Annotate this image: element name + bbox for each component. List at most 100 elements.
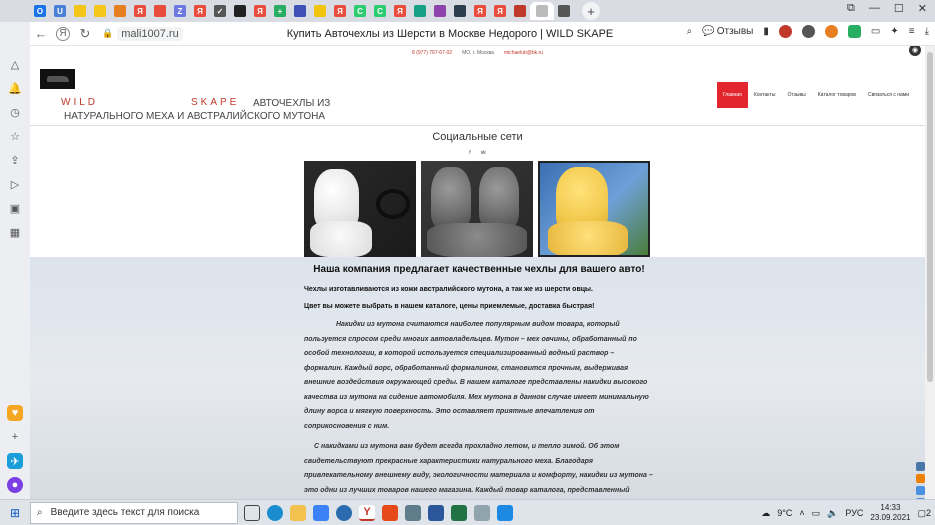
explorer-icon[interactable]: [290, 504, 306, 521]
active-browser-tab[interactable]: [530, 2, 554, 20]
scrollbar-thumb[interactable]: [927, 52, 933, 382]
browser-tab[interactable]: Я: [130, 2, 150, 20]
extension-icon[interactable]: [801, 25, 815, 38]
browser-tab[interactable]: ✓: [210, 2, 230, 20]
tabs-menu-icon[interactable]: ⧉: [847, 2, 855, 15]
screenshot-icon[interactable]: ▣: [7, 200, 23, 216]
photos-icon[interactable]: [405, 504, 421, 521]
ok-widget-icon[interactable]: [916, 474, 925, 483]
browser-tab[interactable]: Я: [330, 2, 350, 20]
browser-tab[interactable]: Я: [250, 2, 270, 20]
page-scrollbar[interactable]: [925, 46, 935, 499]
store-icon[interactable]: [313, 504, 329, 521]
menu-item-contact-us[interactable]: Связаться с нами: [862, 82, 915, 108]
heart-app-icon[interactable]: ♥: [7, 405, 23, 421]
close-icon[interactable]: ✕: [918, 2, 927, 15]
browser-tab[interactable]: C: [370, 2, 390, 20]
weather-icon[interactable]: ☁: [761, 508, 770, 519]
browser-tab[interactable]: Я: [470, 2, 490, 20]
weather-text[interactable]: 9°C: [777, 508, 792, 518]
browser-tab[interactable]: [410, 2, 430, 20]
apps-icon[interactable]: △: [7, 56, 23, 72]
browser-tab[interactable]: Я: [490, 2, 510, 20]
taskbar-search-input[interactable]: ⌕ Введите здесь текст для поиска: [30, 501, 238, 524]
share-icon[interactable]: ⇪: [7, 152, 23, 168]
menu-item-catalog[interactable]: Каталог товаров: [812, 82, 862, 108]
browser-tab[interactable]: Z: [170, 2, 190, 20]
app-icon[interactable]: [336, 504, 352, 521]
new-tab-button[interactable]: +: [582, 2, 600, 20]
white-fur-seat-photo[interactable]: [304, 161, 416, 257]
browser-tab[interactable]: U: [50, 2, 70, 20]
office-icon[interactable]: [382, 504, 398, 521]
browser-tab[interactable]: Я: [190, 2, 210, 20]
windows-start-icon[interactable]: ⊞: [0, 506, 30, 520]
site-logo[interactable]: [40, 69, 75, 89]
browser-tab[interactable]: [150, 2, 170, 20]
browser-tab[interactable]: +: [270, 2, 290, 20]
browser-tab[interactable]: [290, 2, 310, 20]
browser-tab[interactable]: [70, 2, 90, 20]
grid-icon[interactable]: ▦: [7, 224, 23, 240]
star-icon[interactable]: ☆: [7, 128, 23, 144]
puzzle-icon[interactable]: ✦: [890, 26, 898, 37]
email-link[interactable]: michaelub@bk.ru: [504, 50, 543, 56]
image-viewer-icon[interactable]: [497, 504, 513, 521]
gray-fur-seat-photo[interactable]: [421, 161, 533, 257]
download-icon[interactable]: ⤓: [925, 26, 929, 37]
paint-icon[interactable]: [474, 504, 490, 521]
browser-tab[interactable]: [110, 2, 130, 20]
search-icon[interactable]: ⌕: [687, 26, 693, 37]
flag-icon: [454, 5, 466, 17]
browser-tab[interactable]: [310, 2, 330, 20]
excel-icon[interactable]: [451, 504, 467, 521]
extension-icon[interactable]: [847, 25, 861, 38]
yandex-browser-icon[interactable]: Y: [359, 504, 375, 521]
reload-button[interactable]: ↻: [74, 23, 96, 45]
back-button[interactable]: ←: [30, 23, 52, 45]
browser-tab[interactable]: [430, 2, 450, 20]
language-indicator[interactable]: РУС: [845, 508, 863, 518]
vk-icon[interactable]: vk: [481, 150, 486, 156]
word-icon[interactable]: [428, 504, 444, 521]
notifications-icon[interactable]: ▢2: [917, 508, 931, 519]
menu-item-reviews[interactable]: Отзывы: [781, 82, 811, 108]
network-icon[interactable]: ▭: [812, 508, 821, 519]
bookmark-icon[interactable]: ▮: [763, 26, 769, 37]
extension-icon[interactable]: [778, 25, 792, 38]
alice-icon[interactable]: ●: [7, 477, 23, 493]
add-icon[interactable]: +: [7, 429, 23, 445]
vk-widget-icon[interactable]: [916, 462, 925, 471]
task-view-icon[interactable]: [244, 504, 260, 521]
chevron-up-icon[interactable]: ˄: [799, 508, 804, 518]
facebook-icon[interactable]: f: [469, 150, 470, 156]
speaker-icon[interactable]: 🔈: [827, 508, 838, 519]
maximize-icon[interactable]: ☐: [894, 2, 904, 15]
browser-tab[interactable]: [450, 2, 470, 20]
yellow-fur-seat-photo[interactable]: [538, 161, 650, 257]
phone-text[interactable]: 8 (977) 767-67-02: [412, 50, 452, 56]
menu-item-home[interactable]: Главная: [716, 82, 748, 108]
clock[interactable]: 14:33 23.09.2021: [870, 503, 910, 523]
extension-icon[interactable]: [824, 25, 838, 38]
browser-tab[interactable]: Я: [390, 2, 410, 20]
browser-tab[interactable]: C: [350, 2, 370, 20]
reviews-button[interactable]: 💬 Отзывы: [702, 26, 753, 37]
bell-icon[interactable]: 🔔: [7, 80, 23, 96]
battery-icon[interactable]: ▭: [871, 26, 880, 37]
edge-icon[interactable]: [267, 504, 283, 521]
yandex-home-button[interactable]: Я: [56, 26, 70, 41]
history-icon[interactable]: ◷: [7, 104, 23, 120]
play-icon[interactable]: ▷: [7, 176, 23, 192]
lock-icon: 🔒: [102, 28, 114, 38]
browser-tab[interactable]: [90, 2, 110, 20]
browser-tab[interactable]: O: [30, 2, 50, 20]
minimize-icon[interactable]: —: [869, 2, 880, 15]
browser-tab[interactable]: [230, 2, 250, 20]
menu-icon[interactable]: ≡: [909, 26, 915, 37]
menu-item-contacts[interactable]: Контакты: [748, 82, 782, 108]
browser-tab[interactable]: [510, 2, 530, 20]
star-widget-icon[interactable]: [916, 486, 925, 495]
messenger-icon[interactable]: ✈: [7, 453, 23, 469]
browser-tab[interactable]: [554, 2, 574, 20]
